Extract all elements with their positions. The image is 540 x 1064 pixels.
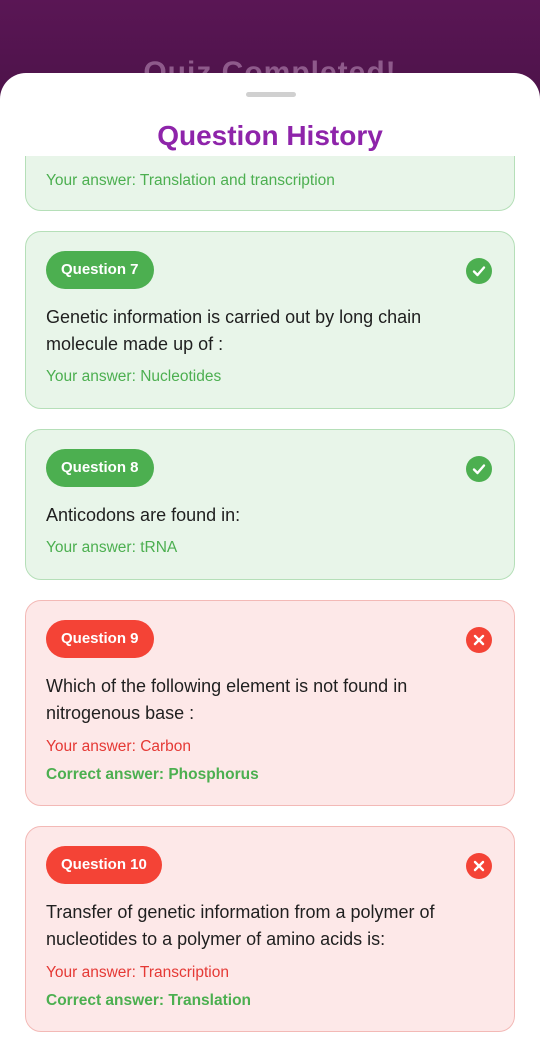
check-circle-icon [466,258,492,284]
check-circle-icon [466,456,492,482]
x-circle-icon [466,627,492,653]
your-answer: Your answer: tRNA [46,539,178,556]
question-text: Transfer of genetic information from a p… [46,902,435,949]
question-text: Anticodons are found in: [46,505,241,525]
question-badge: Question 7 [46,251,154,289]
question-badge: Question 8 [46,449,154,487]
correct-answer: Correct answer: Phosphorus [46,766,259,783]
question-card-6: Your answer: Translation and transcripti… [25,156,515,211]
correct-answer: Correct answer: Translation [46,992,252,1009]
drag-handle[interactable] [246,92,296,97]
your-answer: Your answer: Carbon [46,738,192,755]
question-badge: Question 10 [46,846,162,884]
your-answer: Your answer: Translation and transcripti… [46,172,335,189]
your-answer: Your answer: Transcription [46,964,229,981]
x-circle-icon [466,853,492,879]
question-text: Genetic information is carried out by lo… [46,307,422,354]
question-card-7: Question 7 Genetic information is carrie… [25,231,515,409]
question-text: Which of the following element is not fo… [46,676,408,723]
question-badge: Question 9 [46,620,154,658]
question-card-8: Question 8 Anticodons are found in: Your… [25,429,515,580]
question-card-10: Question 10 Transfer of genetic informat… [25,826,515,1032]
question-card-9: Question 9 Which of the following elemen… [25,600,515,806]
question-list[interactable]: Your answer: Translation and transcripti… [0,156,540,1064]
question-history-sheet[interactable]: Question History Your answer: Translatio… [0,73,540,1064]
your-answer: Your answer: Nucleotides [46,368,222,385]
sheet-title: Question History [157,120,383,151]
